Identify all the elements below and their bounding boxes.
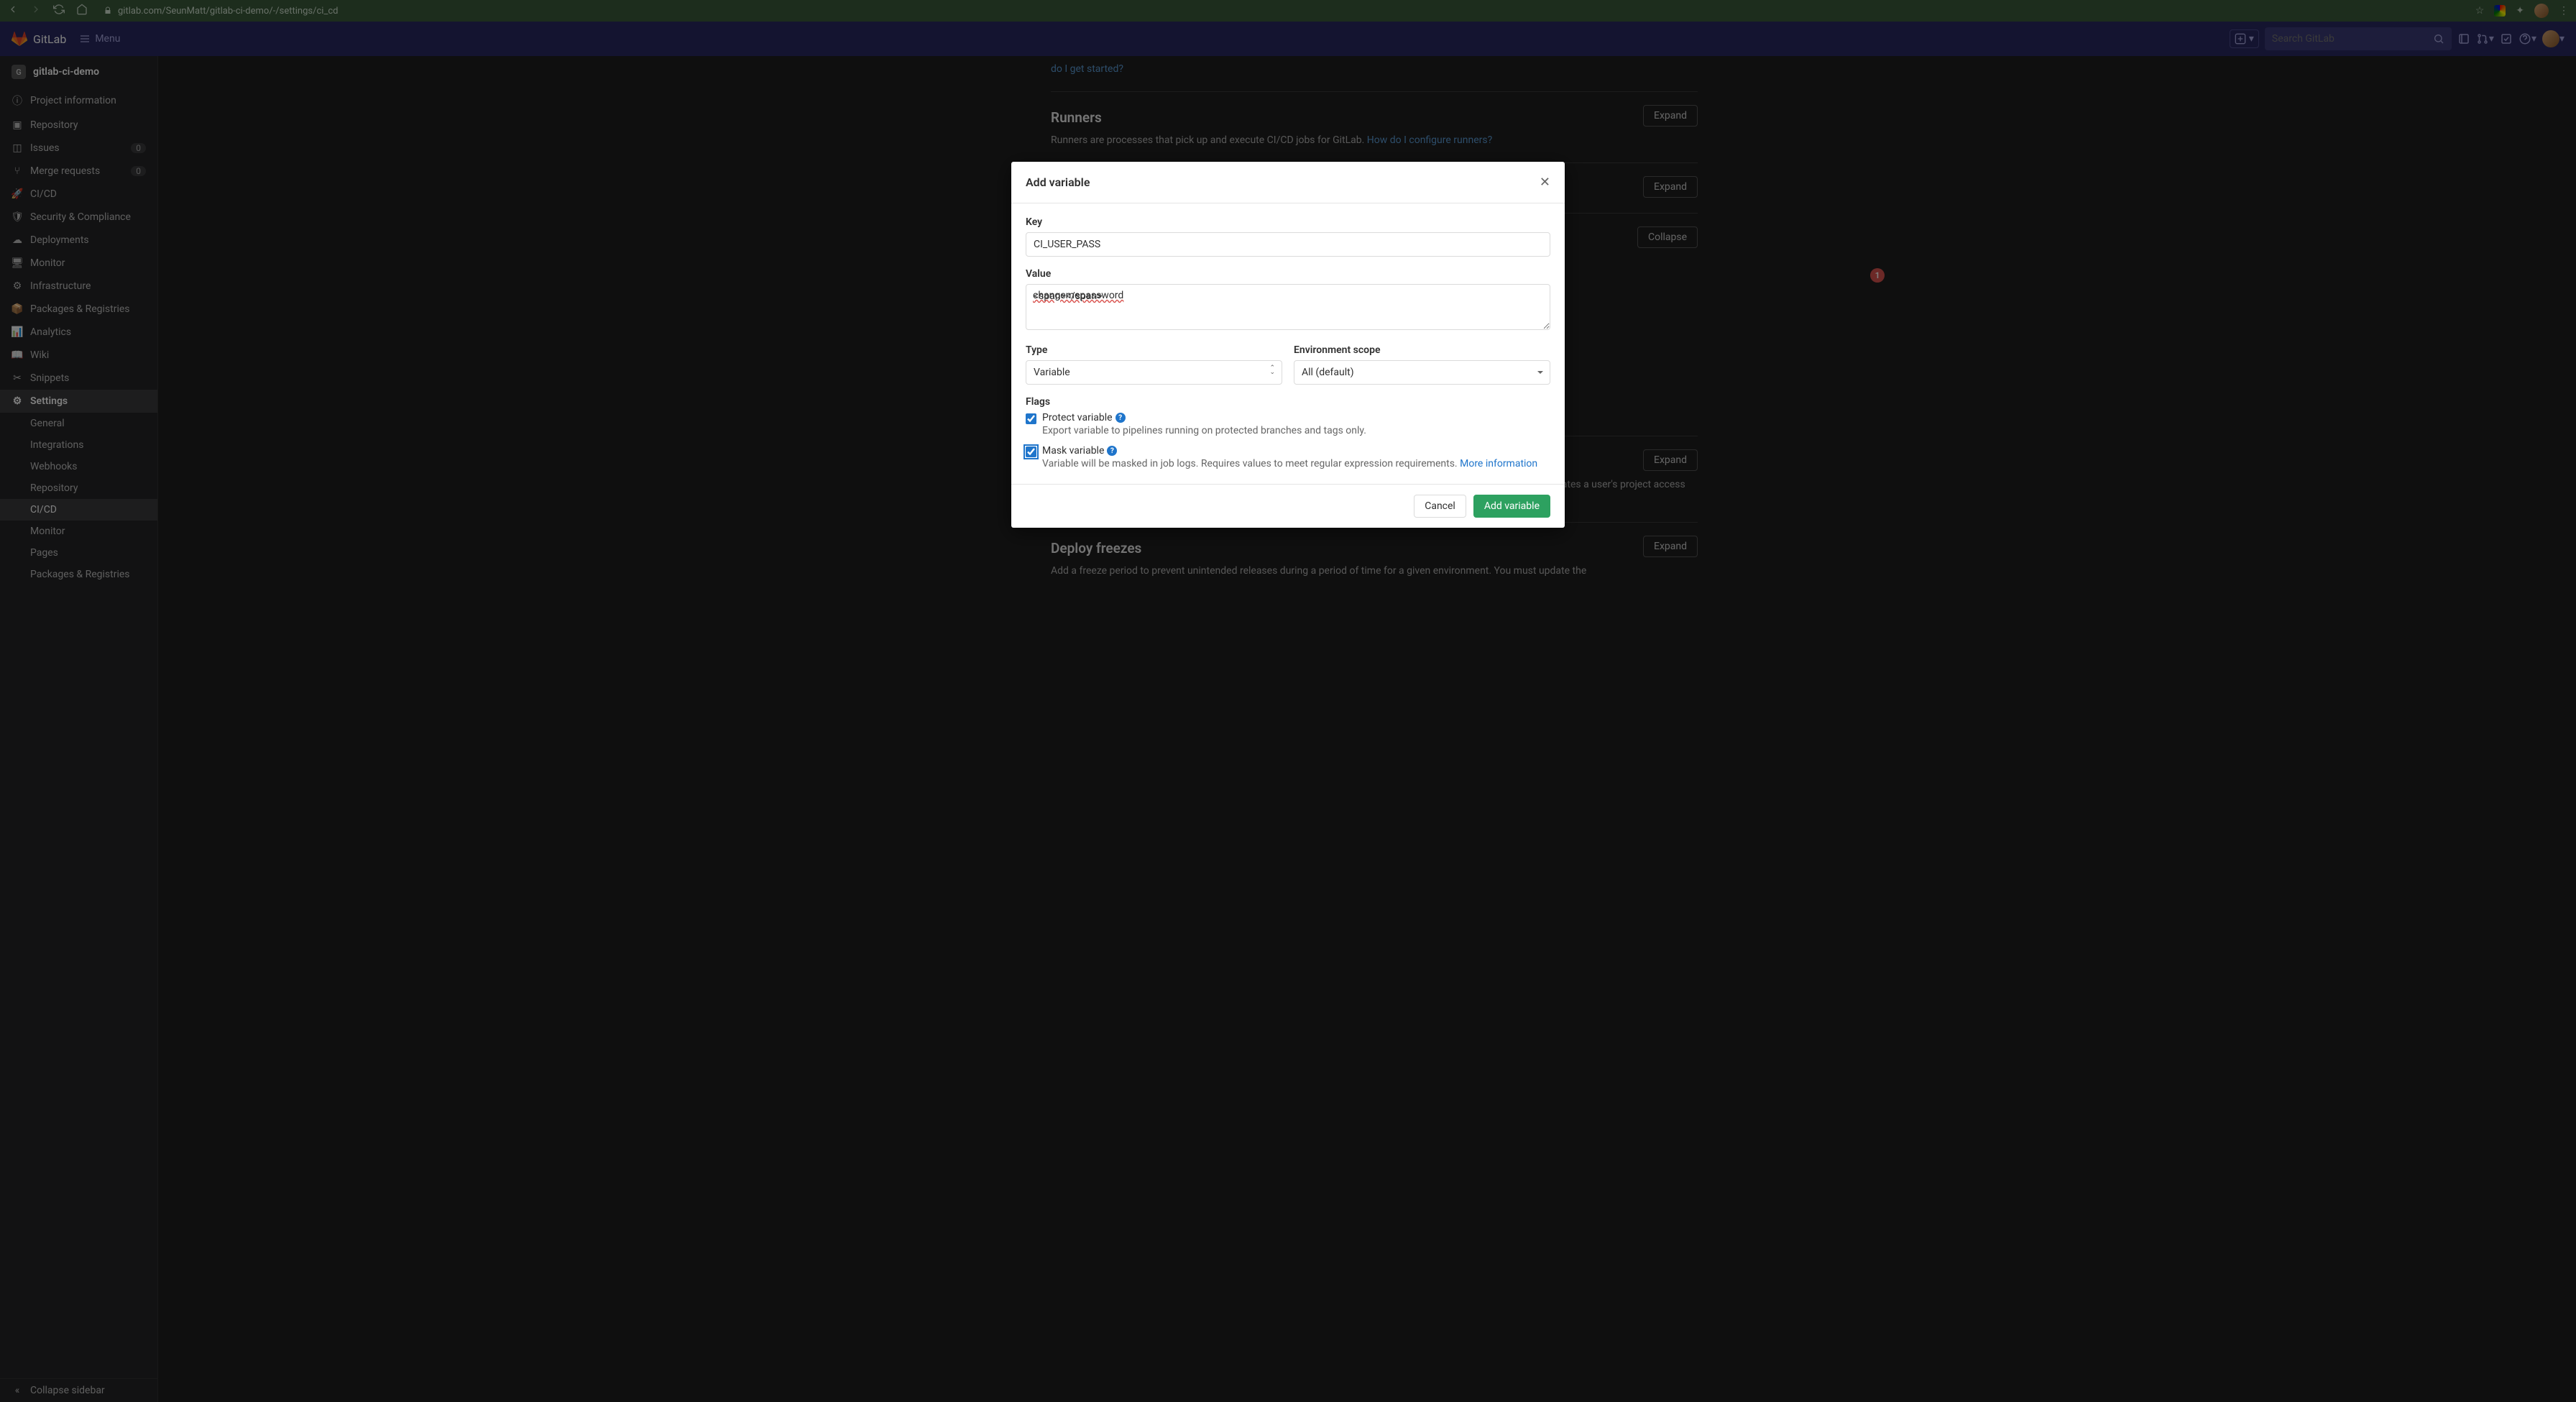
add-variable-modal: Add variable ✕ Key Value <span></span> c… <box>1011 162 1565 528</box>
modal-title: Add variable <box>1026 175 1090 189</box>
help-icon[interactable]: ? <box>1116 413 1126 423</box>
modal-footer: Cancel Add variable <box>1011 484 1565 528</box>
protect-label: Protect variable <box>1042 412 1113 423</box>
scope-select[interactable]: All (default) <box>1294 360 1550 385</box>
flags-label: Flags <box>1026 396 1550 408</box>
scope-label: Environment scope <box>1294 344 1550 356</box>
help-icon[interactable]: ? <box>1107 446 1117 456</box>
mask-label: Mask variable <box>1042 445 1104 457</box>
protect-desc: Export variable to pipelines running on … <box>1042 425 1366 436</box>
mask-desc: Variable will be masked in job logs. Req… <box>1042 458 1537 469</box>
value-label: Value <box>1026 268 1550 280</box>
mask-link[interactable]: More information <box>1460 458 1537 469</box>
cancel-button[interactable]: Cancel <box>1414 495 1466 518</box>
mask-row: Mask variable? Variable will be masked i… <box>1026 445 1550 469</box>
protect-row: Protect variable? Export variable to pip… <box>1026 412 1550 436</box>
key-input[interactable] <box>1026 232 1550 257</box>
modal-header: Add variable ✕ <box>1011 162 1565 203</box>
add-variable-button[interactable]: Add variable <box>1473 495 1550 518</box>
close-icon[interactable]: ✕ <box>1540 175 1550 190</box>
type-select[interactable]: Variable <box>1026 360 1282 385</box>
protect-checkbox[interactable] <box>1026 413 1036 424</box>
value-textarea[interactable]: <span></span> <box>1026 284 1550 330</box>
type-label: Type <box>1026 344 1282 356</box>
mask-checkbox[interactable] <box>1026 446 1036 457</box>
key-label: Key <box>1026 216 1550 228</box>
